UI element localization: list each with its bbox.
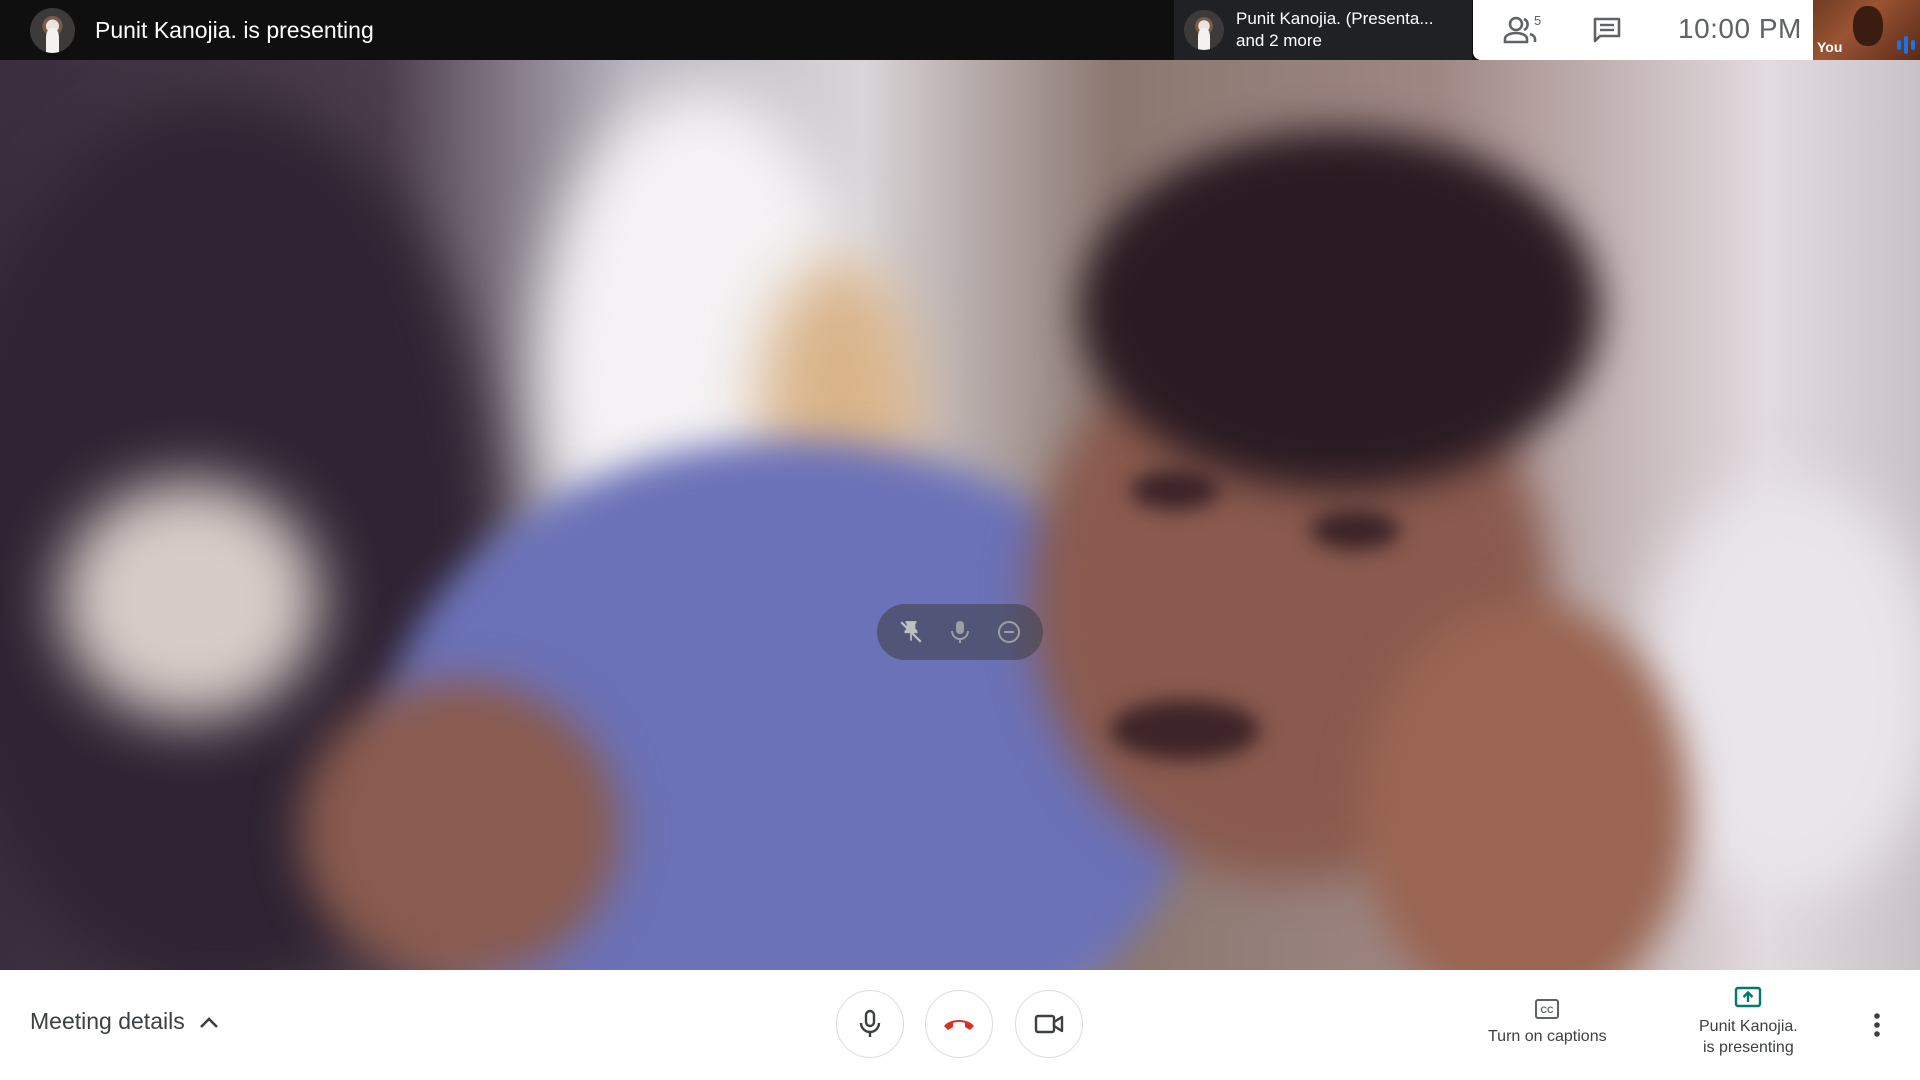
meeting-details-button[interactable]: Meeting details (30, 1008, 219, 1035)
tile-hover-controls (877, 604, 1043, 660)
closed-captions-icon: CC (1535, 999, 1560, 1019)
main-video (0, 60, 1920, 970)
unpin-icon[interactable] (896, 617, 926, 647)
bg-object (60, 480, 320, 720)
presenter-banner: Punit Kanojia. is presenting (30, 7, 374, 53)
self-video-tile[interactable]: You (1813, 0, 1920, 60)
video-camera-icon (1034, 1014, 1064, 1034)
captions-button[interactable]: CC Turn on captions (1488, 998, 1607, 1047)
presenting-label-2: is presenting (1703, 1039, 1794, 1056)
person-mouth (1110, 700, 1260, 760)
person-eye-left (1130, 470, 1220, 510)
self-video-image (1853, 6, 1883, 46)
person-forearm (300, 680, 620, 970)
pinned-participants-chip[interactable]: Punit Kanojia. (Presenta... and 2 more (1174, 0, 1472, 60)
clock: 10:00 PM (1678, 13, 1802, 44)
meeting-details-label: Meeting details (30, 1008, 185, 1034)
presenter-title: Punit Kanojia. is presenting (95, 16, 374, 43)
bottom-bar: Meeting details CC Turn on captions Puni… (0, 970, 1920, 1080)
presenter-avatar (30, 7, 75, 53)
meeting-info-panel: 5 10:00 PM (1473, 0, 1813, 60)
self-label: You (1817, 39, 1843, 55)
camera-button[interactable] (1015, 990, 1083, 1058)
top-bar: Punit Kanojia. is presenting Punit Kanoj… (0, 0, 1920, 60)
chevron-up-icon (199, 1016, 218, 1028)
remove-icon[interactable] (994, 617, 1024, 647)
leave-call-button[interactable] (925, 990, 993, 1058)
captions-label: Turn on captions (1488, 1028, 1607, 1045)
present-screen-icon (1735, 986, 1762, 1008)
presenting-button[interactable]: Punit Kanojia. is presenting (1699, 986, 1798, 1058)
person-eye-right (1310, 510, 1400, 550)
hang-up-icon (944, 1020, 974, 1030)
audio-level-icon (1897, 36, 1915, 54)
svg-text:CC: CC (1541, 1005, 1554, 1015)
more-options-icon[interactable] (1873, 1012, 1881, 1038)
microphone-button[interactable] (836, 990, 904, 1058)
pinned-line-2: and 2 more (1236, 31, 1322, 50)
pinned-line-1: Punit Kanojia. (Presenta... (1236, 9, 1434, 28)
person-hair (1080, 130, 1600, 490)
participant-count: 5 (1534, 13, 1542, 28)
presenting-label-1: Punit Kanojia. (1699, 1018, 1798, 1035)
chat-icon[interactable] (1593, 17, 1621, 43)
mic-icon (859, 1009, 881, 1037)
mute-participant-icon[interactable] (945, 617, 975, 647)
pinned-avatar (1184, 10, 1224, 50)
